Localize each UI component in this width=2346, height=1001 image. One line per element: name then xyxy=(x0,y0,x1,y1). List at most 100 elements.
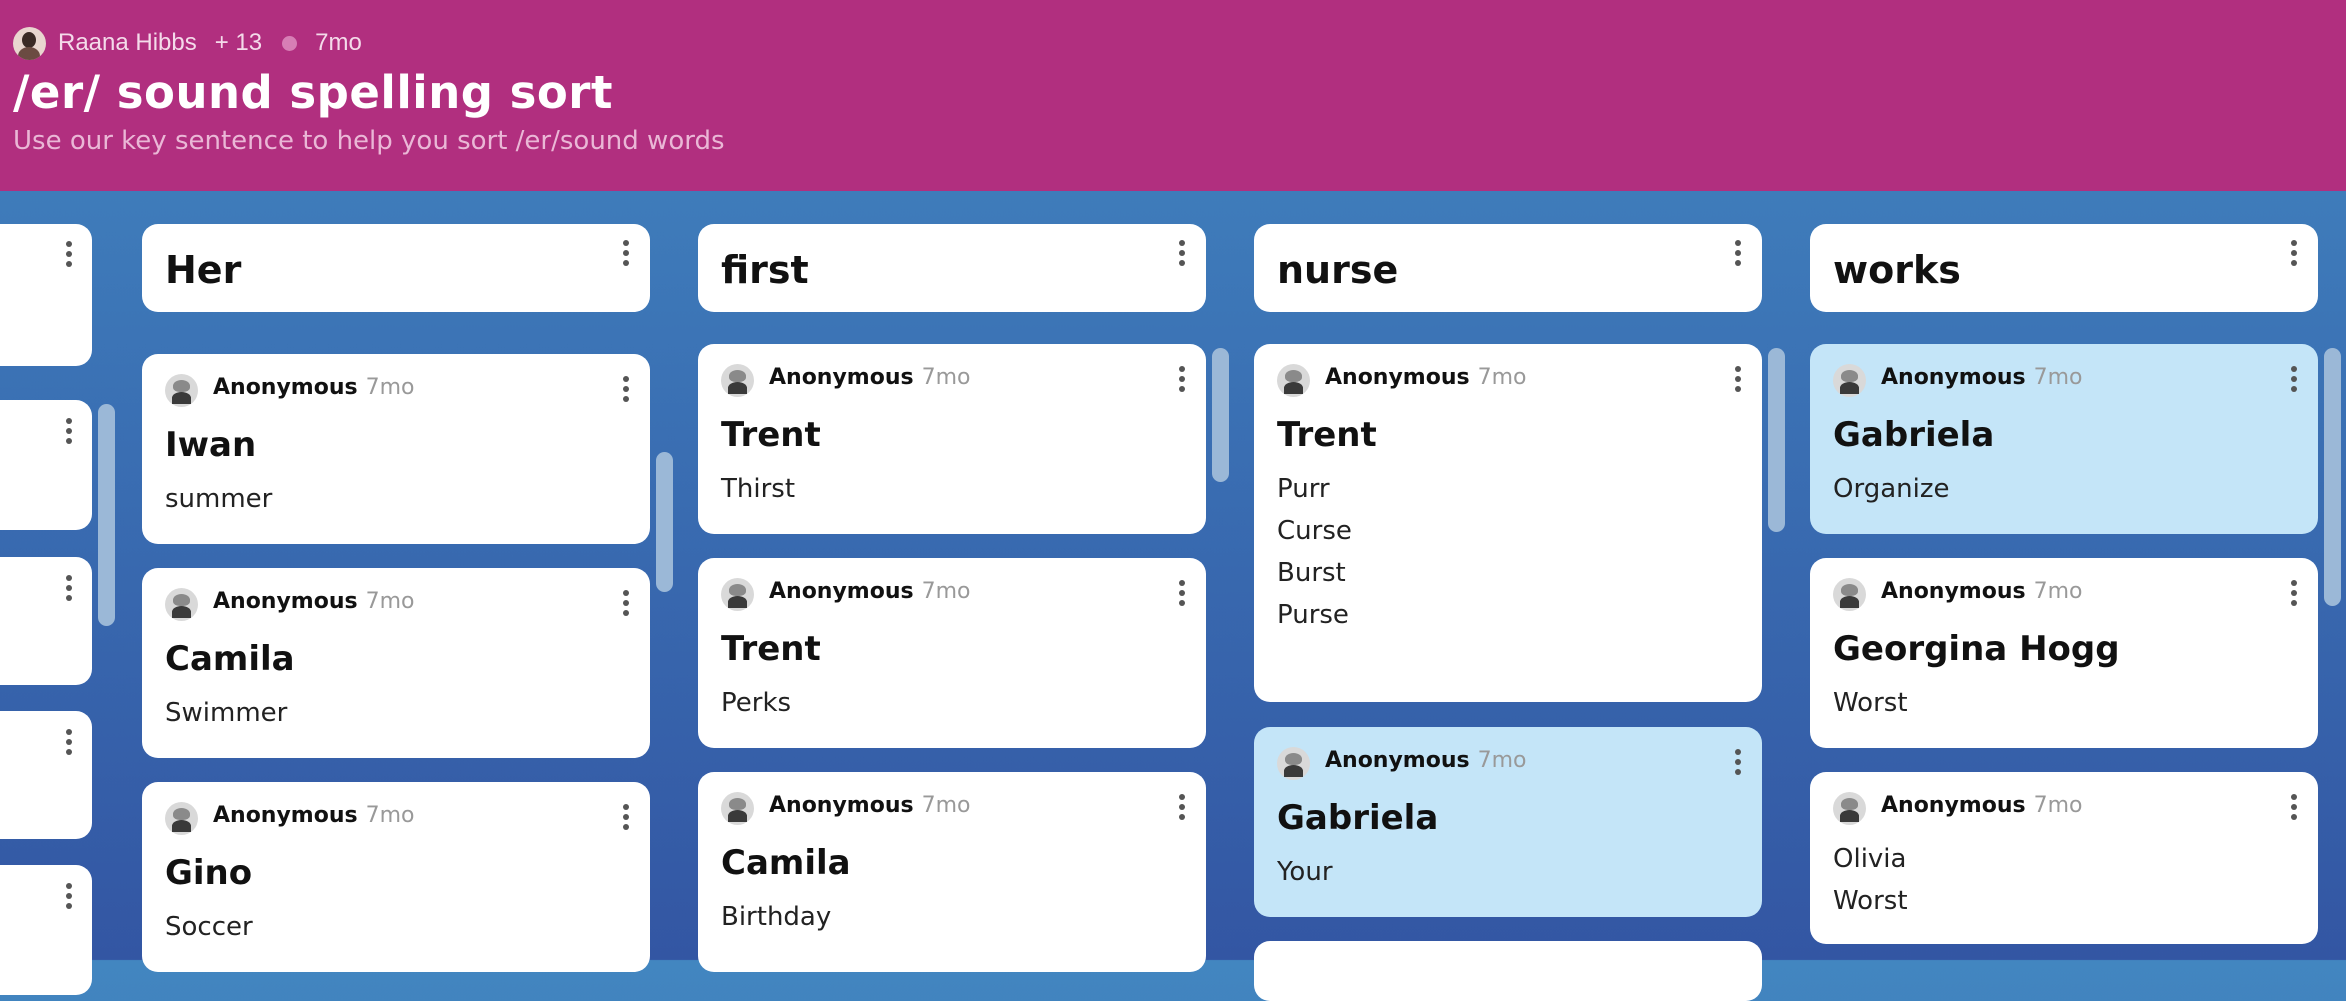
post-author: Anonymous xyxy=(1325,748,1470,773)
post-age: 7mo xyxy=(1477,365,1527,390)
column-header[interactable]: Her xyxy=(142,224,650,312)
post-card[interactable] xyxy=(0,711,92,839)
post-body-line: Organize xyxy=(1833,474,1950,504)
post-card[interactable] xyxy=(0,400,92,530)
post-age: 7mo xyxy=(365,375,415,400)
column-scrollbar[interactable] xyxy=(98,404,115,626)
more-options-icon[interactable] xyxy=(2290,580,2298,606)
post-card-highlighted[interactable]: Anonymous 7mo Gabriela Your xyxy=(1254,727,1762,917)
separator-dot-icon xyxy=(282,35,298,51)
more-options-icon[interactable] xyxy=(2290,366,2298,392)
post-card[interactable]: Anonymous 7mo Trent Perks xyxy=(698,558,1206,748)
post-title: Gabriela xyxy=(1833,415,1995,455)
post-title: Trent xyxy=(721,629,821,669)
post-author: Anonymous xyxy=(1325,365,1470,390)
column-header[interactable]: nurse xyxy=(1254,224,1762,312)
more-options-icon[interactable] xyxy=(65,241,73,267)
column-header[interactable]: first xyxy=(698,224,1206,312)
anonymous-avatar-icon xyxy=(1277,747,1310,780)
more-options-icon[interactable] xyxy=(65,729,73,755)
post-title: Trent xyxy=(1277,415,1377,455)
board-age: 7mo xyxy=(315,29,362,56)
more-options-icon[interactable] xyxy=(65,883,73,909)
post-author: Anonymous xyxy=(213,589,358,614)
post-title: Camila xyxy=(721,843,851,883)
post-author: Anonymous xyxy=(769,793,914,818)
more-options-icon[interactable] xyxy=(1178,580,1186,606)
anonymous-avatar-icon xyxy=(721,792,754,825)
more-options-icon[interactable] xyxy=(622,804,630,830)
post-author: Anonymous xyxy=(213,803,358,828)
post-card[interactable] xyxy=(0,865,92,995)
more-options-icon[interactable] xyxy=(622,240,630,266)
post-card[interactable]: Anonymous 7mo Iwan summer xyxy=(142,354,650,544)
post-card[interactable]: Anonymous 7mo Camila Birthday xyxy=(698,772,1206,972)
author-avatar[interactable] xyxy=(13,26,46,60)
more-options-icon[interactable] xyxy=(1178,240,1186,266)
more-options-icon[interactable] xyxy=(622,590,630,616)
post-card[interactable]: Anonymous 7mo Georgina Hogg Worst xyxy=(1810,558,2318,748)
post-body-line: Purse xyxy=(1277,600,1349,630)
more-options-icon[interactable] xyxy=(1178,794,1186,820)
anonymous-avatar-icon xyxy=(721,364,754,397)
anonymous-avatar-icon xyxy=(165,802,198,835)
post-title: Gino xyxy=(165,853,253,893)
post-card[interactable]: Anonymous 7mo Olivia Worst xyxy=(1810,772,2318,944)
post-title: Camila xyxy=(165,639,295,679)
post-body-line: Burst xyxy=(1277,558,1346,588)
anonymous-avatar-icon xyxy=(1833,578,1866,611)
post-age: 7mo xyxy=(921,579,971,604)
more-options-icon[interactable] xyxy=(622,376,630,402)
contributors-count[interactable]: + 13 xyxy=(215,29,262,57)
more-options-icon[interactable] xyxy=(65,575,73,601)
column-scrollbar[interactable] xyxy=(656,452,673,592)
post-body-line: Curse xyxy=(1277,516,1352,546)
post-body-line: Swimmer xyxy=(165,698,288,728)
post-age: 7mo xyxy=(365,589,415,614)
anonymous-avatar-icon xyxy=(721,578,754,611)
post-age: 7mo xyxy=(365,803,415,828)
column-header[interactable]: works xyxy=(1810,224,2318,312)
board-meta: Raana Hibbs + 13 7mo xyxy=(13,26,362,60)
post-card-highlighted[interactable]: Anonymous 7mo Gabriela Organize xyxy=(1810,344,2318,534)
post-card[interactable] xyxy=(1254,941,1762,1001)
more-options-icon[interactable] xyxy=(1734,366,1742,392)
post-body-line: Your xyxy=(1277,857,1333,887)
more-options-icon[interactable] xyxy=(1178,366,1186,392)
column-title: first xyxy=(721,248,809,292)
post-body-line: Perks xyxy=(721,688,792,718)
post-author: Anonymous xyxy=(1881,793,2026,818)
previous-column-header[interactable] xyxy=(0,224,92,366)
column-scrollbar[interactable] xyxy=(2324,348,2341,606)
board-subtitle: Use our key sentence to help you sort /e… xyxy=(13,126,725,156)
post-card[interactable]: Anonymous 7mo Camila Swimmer xyxy=(142,568,650,758)
post-card[interactable]: Anonymous 7mo Trent Thirst xyxy=(698,344,1206,534)
post-card[interactable]: Anonymous 7mo Trent Purr Curse Burst Purs… xyxy=(1254,344,1762,702)
anonymous-avatar-icon xyxy=(1833,792,1866,825)
post-age: 7mo xyxy=(1477,748,1527,773)
post-title: Iwan xyxy=(165,425,257,465)
post-body-line: Worst xyxy=(1833,886,1908,916)
more-options-icon[interactable] xyxy=(2290,794,2298,820)
post-age: 7mo xyxy=(2033,365,2083,390)
more-options-icon[interactable] xyxy=(1734,749,1742,775)
column-scrollbar[interactable] xyxy=(1768,348,1785,532)
board-title: /er/ sound spelling sort xyxy=(13,66,614,119)
post-body-line: Olivia xyxy=(1833,844,1907,874)
more-options-icon[interactable] xyxy=(1734,240,1742,266)
more-options-icon[interactable] xyxy=(2290,240,2298,266)
more-options-icon[interactable] xyxy=(65,418,73,444)
post-card[interactable] xyxy=(0,557,92,685)
column-scrollbar[interactable] xyxy=(1212,348,1229,482)
column-title: works xyxy=(1833,248,1961,292)
anonymous-avatar-icon xyxy=(1833,364,1866,397)
post-title: Gabriela xyxy=(1277,798,1439,838)
post-author: Anonymous xyxy=(769,579,914,604)
post-title: Georgina Hogg xyxy=(1833,629,2120,669)
column-title: nurse xyxy=(1277,248,1399,292)
post-author: Anonymous xyxy=(213,375,358,400)
post-body-line: Purr xyxy=(1277,474,1330,504)
post-card[interactable]: Anonymous 7mo Gino Soccer xyxy=(142,782,650,972)
anonymous-avatar-icon xyxy=(165,588,198,621)
author-name[interactable]: Raana Hibbs xyxy=(58,29,197,57)
